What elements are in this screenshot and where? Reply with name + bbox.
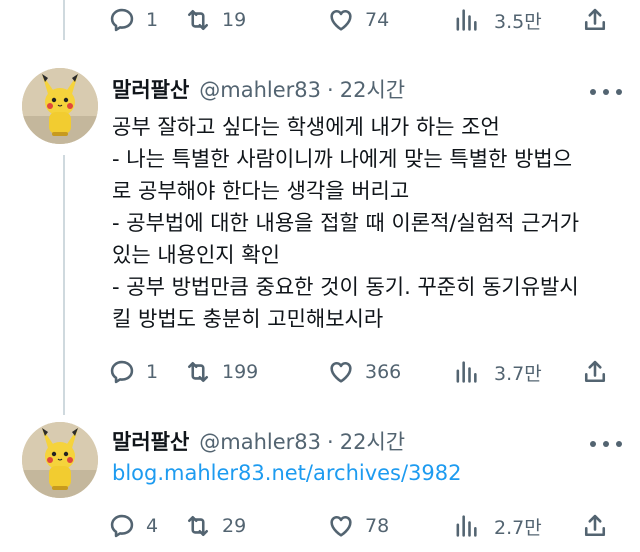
user-handle[interactable]: @mahler83: [199, 78, 321, 102]
reply-icon: [110, 360, 134, 384]
timestamp[interactable]: 22시간: [340, 74, 405, 104]
tweet-line: 공부 잘하고 싶다는 학생에게 내가 하는 조언: [112, 115, 500, 139]
analytics-icon: [456, 9, 477, 31]
retweet-count: 199: [222, 361, 259, 383]
retweet-icon: [187, 9, 209, 31]
share-button[interactable]: [581, 0, 609, 40]
like-count: 78: [365, 515, 390, 537]
retweet-icon: [187, 515, 209, 537]
tweet[interactable]: 말러팔산 @mahler83 · 22시간 blog.mahler83.net/…: [0, 422, 640, 502]
tweet-line: - 나는 특별한 사람이니까 나에게 맞는 특별한 방법으: [112, 147, 573, 171]
reply-count: 1: [146, 361, 159, 383]
view-count: 3.7만: [494, 362, 542, 385]
tweet-action-bar: 1 199 366 3.7만: [0, 352, 640, 392]
reply-icon: [110, 514, 134, 538]
blog-link[interactable]: blog.mahler83.net/archives/3982: [112, 461, 462, 485]
separator-dot: ·: [327, 430, 334, 454]
timestamp[interactable]: 22시간: [340, 426, 405, 456]
more-icon-dot: [616, 89, 622, 95]
tweet-line: - 공부 방법만큼 중요한 것이 동기. 꾸준히 동기유발시: [112, 275, 579, 299]
more-icon-dot: [603, 89, 609, 95]
more-icon-dot: [603, 441, 609, 447]
analytics-icon: [456, 361, 477, 383]
like-count: 366: [365, 361, 402, 383]
tweet-text: blog.mahler83.net/archives/3982: [112, 457, 622, 489]
share-button[interactable]: [581, 352, 609, 392]
tweet-header: 말러팔산 @mahler83 · 22시간: [112, 74, 405, 104]
more-icon: [590, 89, 596, 95]
pikachu-avatar-image: [22, 68, 98, 144]
reply-button[interactable]: 1: [108, 0, 158, 40]
more-icon-dot: [616, 441, 622, 447]
retweet-count: 29: [222, 515, 247, 537]
like-button[interactable]: 366: [327, 352, 401, 392]
retweet-icon: [187, 361, 209, 383]
display-name[interactable]: 말러팔산: [112, 426, 189, 456]
views-button[interactable]: 3.5만: [452, 0, 542, 40]
heart-icon: [330, 9, 352, 31]
tweet-text: 공부 잘하고 싶다는 학생에게 내가 하는 조언 - 나는 특별한 사람이니까 …: [112, 111, 622, 335]
avatar[interactable]: [22, 422, 98, 498]
share-button[interactable]: [581, 506, 609, 546]
more-options-button[interactable]: [590, 434, 622, 454]
tweet-line: 킬 방법도 충분히 고민해보시라: [112, 307, 384, 331]
retweet-button[interactable]: 29: [184, 506, 246, 546]
like-button[interactable]: 78: [327, 506, 389, 546]
display-name[interactable]: 말러팔산: [112, 74, 189, 104]
user-handle[interactable]: @mahler83: [199, 430, 321, 454]
retweet-count: 19: [222, 9, 247, 31]
reply-button[interactable]: 1: [108, 352, 158, 392]
retweet-button[interactable]: 19: [184, 0, 246, 40]
tweet-line: 있는 내용인지 확인: [112, 243, 280, 267]
pikachu-avatar-image: [22, 422, 98, 498]
avatar[interactable]: [22, 68, 98, 144]
tweet-line: 로 공부해야 한다는 생각을 버리고: [112, 179, 410, 203]
reply-icon: [110, 8, 134, 32]
separator-dot: ·: [327, 78, 334, 102]
view-count: 2.7만: [494, 516, 542, 539]
reply-count: 1: [146, 9, 159, 31]
share-icon: [584, 360, 606, 383]
views-button[interactable]: 2.7만: [452, 506, 542, 546]
retweet-button[interactable]: 199: [184, 352, 258, 392]
more-options-button[interactable]: [590, 82, 622, 102]
tweet-action-bar: 4 29 78 2.7만: [0, 506, 640, 546]
reply-button[interactable]: 4: [108, 506, 158, 546]
tweet[interactable]: 말러팔산 @mahler83 · 22시간 공부 잘하고 싶다는 학생에게 내가…: [0, 68, 640, 388]
more-icon: [590, 441, 596, 447]
like-count: 74: [365, 9, 390, 31]
top-action-bar: 1 19 74 3.5만: [0, 0, 640, 40]
heart-icon: [330, 361, 352, 383]
view-count: 3.5만: [494, 10, 542, 33]
like-button[interactable]: 74: [327, 0, 389, 40]
tweet-line: - 공부법에 대한 내용을 접할 때 이론적/실험적 근거가: [112, 211, 580, 235]
share-icon: [584, 514, 606, 537]
views-button[interactable]: 3.7만: [452, 352, 542, 392]
share-icon: [584, 8, 606, 31]
tweet-header: 말러팔산 @mahler83 · 22시간: [112, 426, 405, 456]
reply-count: 4: [146, 515, 159, 537]
heart-icon: [330, 515, 352, 537]
analytics-icon: [456, 515, 477, 537]
